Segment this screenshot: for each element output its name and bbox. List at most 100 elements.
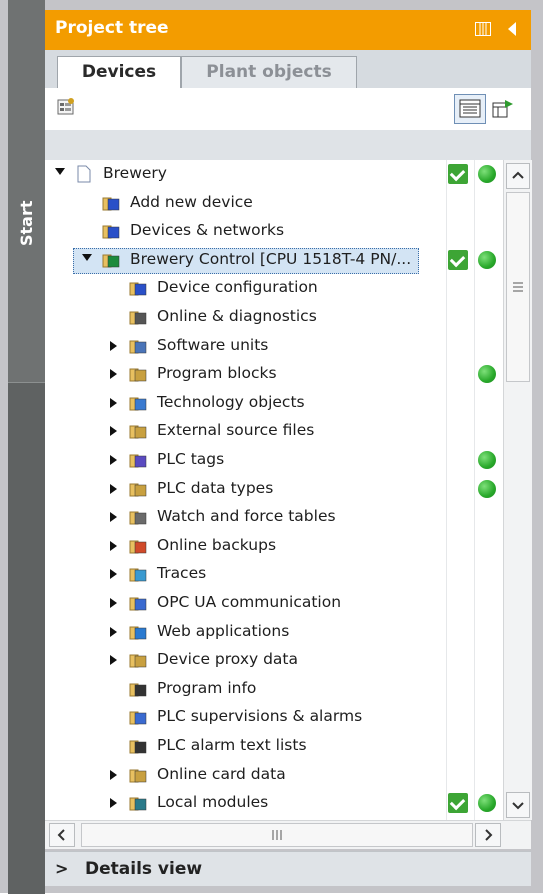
panel-title: Project tree xyxy=(55,18,169,38)
tree-row[interactable]: PLC data types xyxy=(45,475,503,503)
tree-row[interactable]: Online card data xyxy=(45,761,503,789)
traces-icon xyxy=(129,565,147,583)
online-status-icon xyxy=(478,165,496,183)
tree-item-label: Software units xyxy=(157,335,269,354)
horizontal-scroll-thumb[interactable] xyxy=(81,823,473,847)
tree-row[interactable]: Online backups xyxy=(45,532,503,560)
tree-toolbar xyxy=(45,88,531,130)
proxy-data-icon xyxy=(129,651,147,669)
tree-row[interactable]: Add new device xyxy=(45,189,503,217)
tree-row[interactable]: Brewery xyxy=(45,160,503,188)
tree-row[interactable]: Watch and force tables xyxy=(45,503,503,531)
tree-item-label: Online backups xyxy=(157,535,277,554)
tree-item-label: Devices & networks xyxy=(130,221,285,240)
chevron-right-icon[interactable]: > xyxy=(55,859,68,878)
network-icon xyxy=(102,222,120,240)
details-view-bar[interactable]: > Details view xyxy=(45,851,531,886)
tree-item-label: PLC data types xyxy=(157,478,274,497)
collapsed-arrow-icon[interactable] xyxy=(110,655,117,666)
device-tree[interactable]: Brewery Add new device Devices & networks B… xyxy=(45,160,503,820)
tree-item-label: PLC alarm text lists xyxy=(157,736,307,754)
tree-row[interactable]: Program info xyxy=(45,675,503,703)
collapsed-arrow-icon[interactable] xyxy=(110,569,117,580)
tree-row[interactable]: Program blocks xyxy=(45,360,503,388)
tab-devices[interactable]: Devices xyxy=(57,56,181,89)
online-status-icon xyxy=(478,479,496,498)
online-status-icon xyxy=(478,794,496,813)
tree-item-label: PLC supervisions & alarms xyxy=(157,707,363,726)
tree-row[interactable]: Device configuration xyxy=(45,274,503,302)
collapsed-arrow-icon[interactable] xyxy=(110,455,117,465)
tree-item-label: Program blocks xyxy=(157,364,277,383)
tree-row[interactable]: Software units xyxy=(45,332,503,360)
add-device-icon xyxy=(102,194,120,212)
tree-row[interactable]: PLC tags xyxy=(45,446,503,474)
tree-row[interactable]: Web applications xyxy=(45,618,503,646)
software-units-icon xyxy=(129,337,147,355)
table-view-icon[interactable] xyxy=(454,94,486,124)
tree-item-label: Online & diagnostics xyxy=(157,307,317,325)
scroll-up-button[interactable] xyxy=(506,163,530,189)
alarms-icon xyxy=(129,708,147,726)
data-types-icon xyxy=(129,480,147,498)
tree-item-label: Brewery Control [CPU 1518T-4 PN/... xyxy=(130,249,412,268)
start-tab-label[interactable]: Start xyxy=(12,193,42,253)
project-tree-header: Project tree xyxy=(45,10,531,50)
tree-row[interactable]: Brewery Control [CPU 1518T-4 PN/... xyxy=(45,246,503,274)
tree-row[interactable]: Technology objects xyxy=(45,389,503,417)
online-status-icon xyxy=(478,365,496,384)
tree-row[interactable]: Online & diagnostics xyxy=(45,303,503,331)
backups-icon xyxy=(129,537,147,555)
expanded-arrow-icon[interactable] xyxy=(82,253,92,261)
start-sidebar[interactable]: Start xyxy=(8,0,45,894)
tree-item-label: Device configuration xyxy=(157,278,318,297)
pane-layout-icon[interactable] xyxy=(475,22,491,40)
tree-item-label: Add new device xyxy=(130,192,253,211)
collapsed-arrow-icon[interactable] xyxy=(110,340,117,351)
horizontal-scrollbar[interactable] xyxy=(45,820,531,849)
diagnostics-icon xyxy=(129,308,147,326)
tree-item-label: Watch and force tables xyxy=(157,507,336,526)
collapsed-arrow-icon[interactable] xyxy=(110,397,117,408)
collapsed-arrow-icon[interactable] xyxy=(110,626,117,637)
properties-icon[interactable] xyxy=(55,96,77,118)
scroll-right-button[interactable] xyxy=(475,823,501,847)
vertical-scrollbar[interactable] xyxy=(503,160,532,820)
scroll-down-button[interactable] xyxy=(506,792,530,818)
cpu-icon xyxy=(102,251,120,269)
collapsed-arrow-icon[interactable] xyxy=(110,512,117,523)
collapsed-arrow-icon[interactable] xyxy=(110,483,117,494)
tree-row[interactable]: PLC alarm text lists xyxy=(45,732,503,760)
expanded-arrow-icon[interactable] xyxy=(55,168,65,175)
collapsed-arrow-icon[interactable] xyxy=(110,798,117,809)
tree-row[interactable]: OPC UA communication xyxy=(45,589,503,617)
tree-row[interactable]: Traces xyxy=(45,560,503,588)
collapsed-arrow-icon[interactable] xyxy=(110,598,117,608)
tab-plant-objects[interactable]: Plant objects xyxy=(181,56,357,88)
local-modules-icon xyxy=(129,794,147,812)
watch-tables-icon xyxy=(129,508,147,526)
tree-row[interactable]: Device proxy data xyxy=(45,646,503,674)
tree-row[interactable]: Devices & networks xyxy=(45,217,503,245)
sidebar-lower-section xyxy=(8,382,45,894)
online-status-icon xyxy=(478,451,496,469)
scroll-left-button[interactable] xyxy=(49,823,75,847)
tree-row[interactable]: Local modules xyxy=(45,789,503,817)
export-icon[interactable] xyxy=(491,98,513,120)
collapsed-arrow-icon[interactable] xyxy=(110,540,117,551)
tree-item-label: PLC tags xyxy=(157,450,225,468)
collapsed-arrow-icon[interactable] xyxy=(110,426,117,437)
tree-row[interactable]: External source files xyxy=(45,417,503,445)
collapse-left-icon[interactable] xyxy=(507,22,517,40)
tree-item-label: Brewery xyxy=(103,164,167,182)
plc-tags-icon xyxy=(129,451,147,469)
device-config-icon xyxy=(129,279,147,297)
tree-row[interactable]: PLC supervisions & alarms xyxy=(45,703,503,731)
collapsed-arrow-icon[interactable] xyxy=(110,369,117,380)
project-tree-window: Start Project tree Devices Plant objects… xyxy=(0,0,543,894)
vertical-scroll-thumb[interactable] xyxy=(506,192,530,382)
tree-item-label: Device proxy data xyxy=(157,650,298,669)
web-apps-icon xyxy=(129,623,147,641)
consistency-check-icon xyxy=(448,164,468,184)
collapsed-arrow-icon[interactable] xyxy=(110,769,117,780)
